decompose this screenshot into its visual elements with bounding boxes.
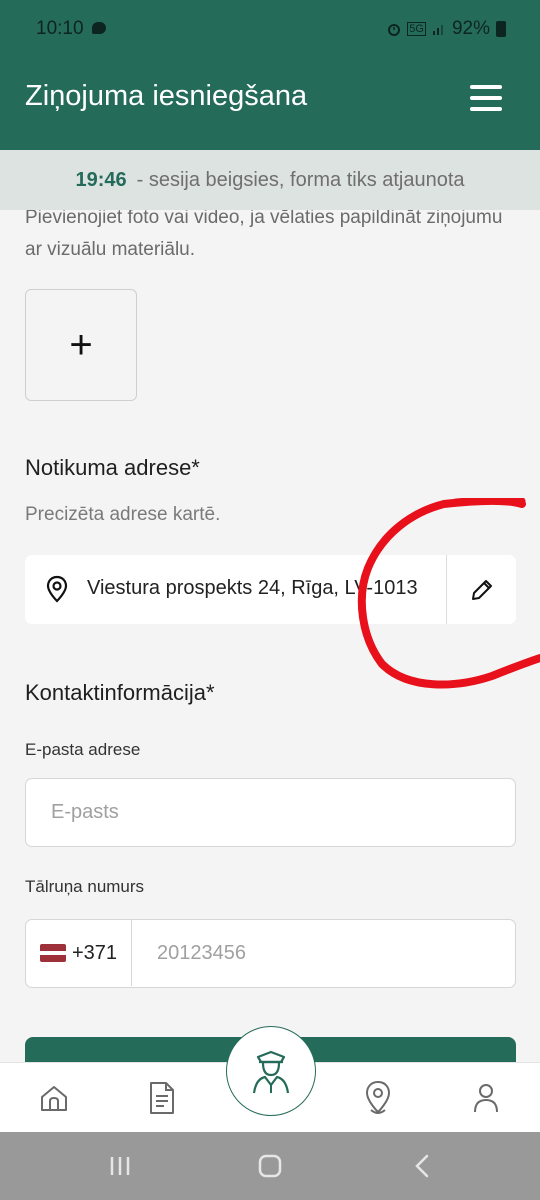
email-field[interactable] (25, 778, 516, 847)
nav-documents[interactable] (132, 1063, 192, 1133)
home-system-button[interactable] (240, 1146, 300, 1186)
recent-apps-button[interactable] (90, 1146, 150, 1186)
location-pin-icon (365, 1080, 391, 1114)
address-subtitle: Precizēta adrese kartē. (25, 504, 221, 525)
email-label: E-pasta adrese (25, 740, 141, 759)
country-code: +371 (71, 941, 118, 964)
page-title: Ziņojuma iesniegšana (25, 80, 308, 112)
nav-map[interactable] (348, 1063, 408, 1133)
back-chevron-icon (415, 1154, 429, 1178)
recent-apps-icon (110, 1157, 130, 1175)
signal-icon (432, 25, 443, 35)
system-navigation-bar (0, 1132, 540, 1200)
status-icons: 5G 92% (387, 18, 506, 40)
nav-profile[interactable] (456, 1063, 516, 1133)
police-officer-icon (252, 1050, 290, 1094)
location-pin-icon (46, 575, 68, 603)
session-text: - sesija beigsies, forma tiks atjaunota (136, 168, 465, 191)
plus-icon: + (69, 322, 93, 367)
email-input[interactable] (26, 779, 515, 846)
home-square-icon (258, 1154, 282, 1178)
document-icon (150, 1082, 174, 1114)
status-time: 10:10 (36, 18, 84, 39)
contact-title: Kontaktinformācija* (25, 680, 215, 705)
back-button[interactable] (392, 1146, 452, 1186)
address-title: Notikuma adrese* (25, 455, 200, 480)
network-type: 5G (407, 22, 426, 36)
nav-home[interactable] (24, 1063, 84, 1133)
hamburger-icon[interactable] (470, 85, 502, 111)
phone-input[interactable] (132, 920, 514, 986)
report-officer-button[interactable] (226, 1026, 316, 1116)
media-description: Pievienojiet foto vai video, ja vēlaties… (25, 207, 503, 260)
session-banner: 19:46 - sesija beigsies, forma tiks atja… (0, 150, 540, 210)
latvia-flag-icon (39, 944, 66, 962)
alarm-icon (388, 24, 401, 36)
profile-icon (474, 1084, 498, 1113)
phone-label: Tālruņa numurs (25, 877, 145, 896)
chat-notification-icon (92, 22, 106, 34)
add-media-button[interactable]: + (25, 289, 137, 401)
battery-percent: 92% (451, 18, 490, 39)
phone-field[interactable]: +371 (25, 919, 516, 988)
battery-icon (496, 21, 506, 37)
country-code-selector[interactable]: +371 (26, 920, 132, 986)
session-timer: 19:46 (75, 168, 127, 191)
red-circle-annotation (357, 498, 540, 689)
home-icon (41, 1086, 67, 1111)
app-bar: Ziņojuma iesniegšana (0, 58, 540, 150)
status-bar: 10:10 5G 92% (0, 0, 540, 58)
